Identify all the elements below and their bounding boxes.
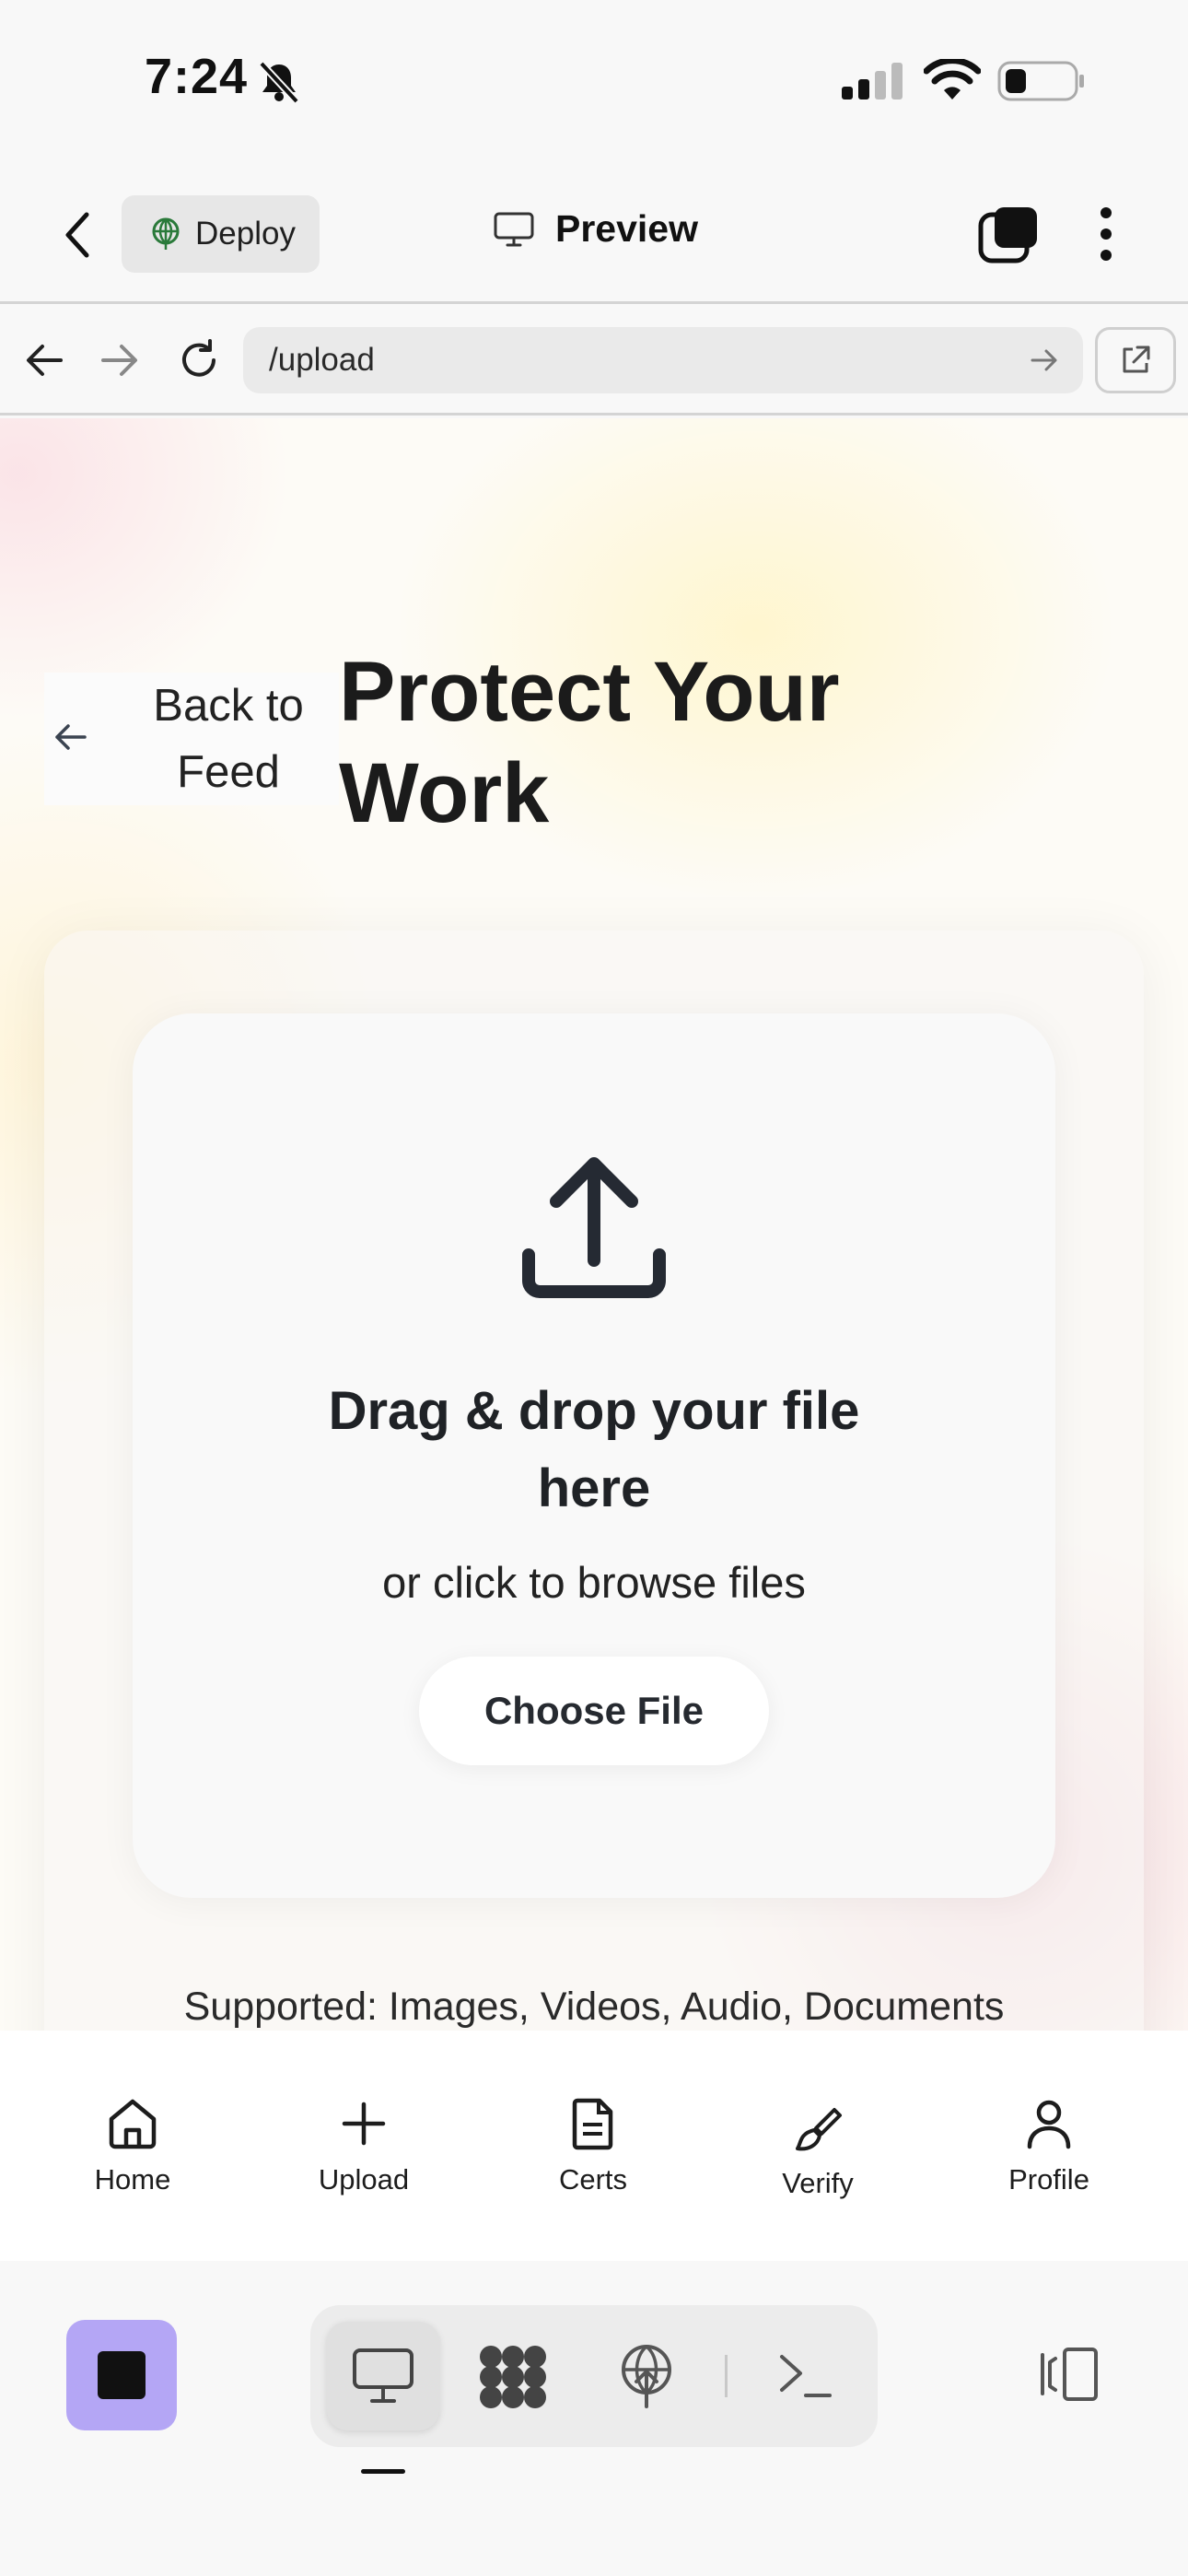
deploy-globe-icon[interactable] <box>618 2344 675 2408</box>
external-link-icon <box>1119 344 1152 377</box>
tab-label: Profile <box>1008 2163 1089 2195</box>
url-input[interactable]: /upload <box>243 327 1083 393</box>
arrow-right-icon[interactable] <box>99 342 140 379</box>
arrow-left-icon <box>52 720 88 754</box>
active-view-indicator <box>361 2469 405 2474</box>
arrow-left-icon[interactable] <box>24 342 64 379</box>
globe-icon <box>149 217 182 252</box>
status-bar: 7:24 <box>0 0 1188 161</box>
web-page-content: Back to Feed Protect Your Work Drag & dr… <box>0 418 1188 2031</box>
open-external-button[interactable] <box>1095 327 1176 393</box>
back-to-feed-label: Back to Feed <box>153 681 304 797</box>
tabs-icon[interactable] <box>978 205 1039 264</box>
preview-label: Preview <box>555 207 698 250</box>
tab-upload[interactable]: Upload <box>272 2097 456 2196</box>
user-icon <box>1022 2097 1076 2150</box>
stop-icon <box>98 2351 146 2399</box>
preview-toggle[interactable]: Preview <box>493 207 698 251</box>
wifi-icon <box>924 59 981 101</box>
file-dropzone[interactable]: Drag & drop your file here or click to b… <box>133 1013 1055 1898</box>
stop-button[interactable] <box>66 2320 177 2430</box>
tab-label: Verify <box>782 2167 854 2199</box>
tab-label: Home <box>94 2163 171 2195</box>
monitor-icon <box>493 211 535 248</box>
terminal-icon[interactable] <box>778 2351 833 2401</box>
deploy-label: Deploy <box>195 216 296 252</box>
page-title: Protect Your Work <box>339 645 840 840</box>
tab-label: Certs <box>558 2163 628 2195</box>
choose-file-button[interactable]: Choose File <box>419 1657 769 1765</box>
editor-toolbar <box>0 2261 1188 2576</box>
supported-formats-text: Supported: Images, Videos, Audio, Docume… <box>183 1985 1005 2029</box>
tab-profile[interactable]: Profile <box>957 2097 1141 2196</box>
upload-icon <box>518 1152 670 1305</box>
dropzone-title: Drag & drop your file here <box>328 1381 860 1518</box>
deploy-button[interactable]: Deploy <box>122 195 320 273</box>
back-chevron-icon[interactable] <box>59 209 96 261</box>
document-icon <box>566 2097 620 2150</box>
plus-icon <box>337 2097 390 2150</box>
divider <box>725 2355 728 2397</box>
side-panel-icon[interactable] <box>1033 2346 1100 2403</box>
preview-view-button[interactable] <box>327 2322 439 2430</box>
cellular-signal-icon <box>842 63 906 100</box>
apps-grid-icon[interactable] <box>478 2344 548 2410</box>
dropzone-subtitle: or click to browse files <box>382 1558 806 1607</box>
battery-icon <box>997 61 1086 101</box>
tab-home[interactable]: Home <box>41 2097 225 2196</box>
app-header: Deploy Preview <box>0 161 1188 304</box>
bottom-tab-bar: Home Upload Certs Verify Profile <box>0 2031 1188 2261</box>
silent-mode-icon <box>256 61 302 103</box>
tab-verify[interactable]: Verify <box>726 2106 910 2200</box>
home-icon <box>106 2097 159 2150</box>
more-options-icon[interactable] <box>1092 205 1120 263</box>
monitor-icon <box>352 2348 414 2405</box>
back-to-feed-button[interactable]: Back to Feed <box>44 673 339 805</box>
brush-icon <box>792 2106 844 2154</box>
browser-url-bar: /upload <box>0 307 1188 416</box>
go-arrow-icon[interactable] <box>1030 347 1059 373</box>
status-time: 7:24 <box>145 49 249 104</box>
tab-label: Upload <box>318 2163 410 2195</box>
tab-certs[interactable]: Certs <box>501 2097 685 2196</box>
reload-icon[interactable] <box>177 338 221 382</box>
view-switcher <box>310 2305 878 2447</box>
